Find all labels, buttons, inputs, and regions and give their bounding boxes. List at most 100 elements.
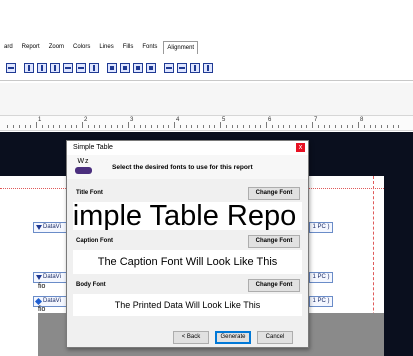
ruler-tick (110, 125, 112, 128)
ruler-number: 6 (268, 117, 272, 123)
tab-zoom[interactable]: Zoom (46, 41, 67, 53)
band-right-box[interactable]: 1 PC ) (309, 222, 333, 233)
ruler-tick (392, 125, 394, 128)
ruler-tick (260, 125, 262, 128)
align-columns-icon[interactable] (89, 62, 99, 73)
ruler-number: 7 (314, 117, 318, 123)
ruler-tick (128, 122, 129, 128)
ruler-tick (82, 122, 83, 128)
size-both-icon[interactable] (133, 62, 143, 73)
ruler-tick (352, 125, 354, 128)
ruler-tick (248, 125, 250, 128)
change-title-font-button[interactable]: Change Font (248, 187, 300, 200)
ruler-tick (133, 125, 135, 128)
band-label: DataVi (43, 274, 61, 280)
tab-board[interactable]: ard (1, 41, 16, 53)
ruler-number: 3 (130, 117, 134, 123)
ruler-tick (139, 125, 141, 128)
band-right-box[interactable]: 1 PC ) (309, 272, 333, 283)
ruler-tick (323, 125, 325, 128)
title-font-sample: imple Table Repo (73, 202, 302, 230)
ruler-tick (53, 125, 55, 128)
tab-fonts[interactable]: Fonts (139, 41, 160, 53)
ruler-tick (7, 125, 9, 128)
ruler-tick (64, 125, 66, 128)
ruler-tick (358, 122, 359, 128)
change-caption-font-button[interactable]: Change Font (248, 235, 300, 248)
ruler-tick (70, 125, 72, 128)
field-fio[interactable]: fio (38, 306, 45, 313)
align-top-icon[interactable] (24, 62, 34, 73)
ruler-tick (116, 125, 118, 128)
ruler-tick (243, 125, 244, 128)
ruler-tick (197, 125, 198, 128)
caption-font-label: Caption Font (76, 238, 113, 244)
ruler-tick (231, 125, 233, 128)
ruler-tick (225, 125, 227, 128)
ruler-tick (145, 125, 147, 128)
title-font-header: Title Font Change Font (73, 186, 302, 202)
wizard-icon-text: Wz (77, 158, 90, 165)
tab-alignment[interactable]: Alignment (163, 40, 199, 54)
wizard-disc-icon (75, 167, 92, 174)
ruler-tick (185, 125, 187, 128)
space-horizontal-icon[interactable] (164, 62, 174, 73)
title-font-section: Title Font Change Font imple Table Repo (73, 186, 302, 230)
ruler-tick (214, 125, 216, 128)
tab-report[interactable]: Report (19, 41, 43, 53)
caption-font-header: Caption Font Change Font (73, 234, 302, 250)
ruler-tick (335, 125, 336, 128)
ruler-tick (179, 125, 181, 128)
tab-colors[interactable]: Colors (70, 41, 93, 53)
size-width-icon[interactable] (107, 62, 117, 73)
align-bottom-icon[interactable] (50, 62, 60, 73)
toolbar-group-1 (6, 62, 16, 73)
ruler-tick (13, 125, 14, 128)
wizard-icon: Wz (75, 158, 92, 176)
change-body-font-button[interactable]: Change Font (248, 279, 300, 292)
tab-lines[interactable]: Lines (96, 41, 116, 53)
ruler-tick (237, 125, 239, 128)
space-remove-icon[interactable] (203, 62, 213, 73)
ruler-number: 1 (38, 117, 42, 123)
ruler-tick (289, 125, 290, 128)
space-equal-icon[interactable] (190, 62, 200, 73)
space-vertical-icon[interactable] (177, 62, 187, 73)
cancel-button[interactable]: Cancel (257, 331, 293, 344)
align-middle-icon[interactable] (37, 62, 47, 73)
close-button[interactable]: x (296, 143, 305, 152)
ruler-tick (386, 125, 388, 128)
alignment-toolbar (0, 55, 413, 81)
align-icon[interactable] (6, 62, 16, 73)
ruler-tick (168, 125, 170, 128)
ruler-number: 8 (360, 117, 364, 123)
title-font-label: Title Font (76, 190, 103, 196)
simple-table-dialog: Simple Table x Wz Select the desired fon… (66, 140, 309, 348)
size-grid-icon[interactable] (146, 62, 156, 73)
tab-fills[interactable]: Fills (120, 41, 137, 53)
ruler-tick (277, 125, 279, 128)
dialog-title-bar[interactable]: Simple Table x (67, 141, 308, 155)
align-center-icon[interactable] (63, 62, 73, 73)
band-right-box[interactable]: 1 PC ) (309, 296, 333, 307)
field-fio[interactable]: fio (38, 283, 45, 290)
ruler-tick (24, 125, 26, 128)
ruler-tick (93, 125, 95, 128)
ruler-tick (294, 125, 296, 128)
ruler-tick (369, 125, 371, 128)
ruler-tick (266, 122, 267, 128)
band-collapse-icon (36, 275, 42, 280)
toolbar-band (0, 83, 413, 115)
size-height-icon[interactable] (120, 62, 130, 73)
horizontal-ruler: 1 2 3 4 5 6 7 8 (0, 115, 413, 131)
ruler-tick (59, 125, 60, 128)
ruler-tick (47, 125, 49, 128)
generate-button[interactable]: Generate (215, 331, 251, 344)
ruler-tick (122, 125, 124, 128)
caption-font-section: Caption Font Change Font The Caption Fon… (73, 234, 302, 274)
band-collapse-icon (36, 225, 42, 230)
ruler-tick (254, 125, 256, 128)
back-button[interactable]: < Back (173, 331, 209, 344)
ruler-tick (151, 125, 152, 128)
align-justify-icon[interactable] (76, 62, 86, 73)
